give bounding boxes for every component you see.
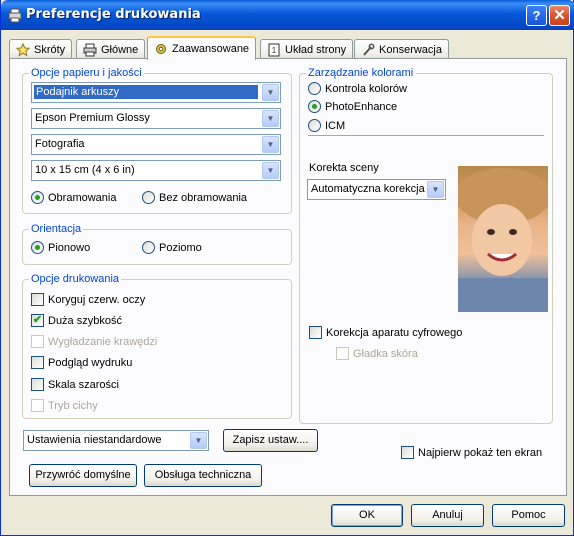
photo-enhance-radio[interactable]: PhotoEnhance (308, 100, 397, 113)
radio-indicator (31, 241, 44, 254)
tab-shortcuts[interactable]: Skróty (9, 39, 73, 59)
orientation-title: Orientacja (29, 223, 84, 235)
check-mark-icon: ✔ (31, 314, 44, 327)
media-type-select[interactable]: Epson Premium Glossy ▼ (31, 108, 281, 129)
radio-indicator (142, 191, 155, 204)
tab-maintenance[interactable]: Konserwacja (354, 39, 449, 59)
gear-icon (156, 44, 166, 54)
tab-page-layout[interactable]: 1 Układ strony (260, 39, 354, 59)
scene-correction-select[interactable]: Automatyczna korekcja ▼ (307, 179, 446, 200)
edge-smoothing-checkbox[interactable]: Wygładzanie krawędzi (31, 335, 157, 348)
printer-icon (83, 43, 97, 56)
landscape-radio[interactable]: Poziomo (142, 241, 202, 254)
printer-app-icon (8, 8, 22, 23)
cancel-button[interactable]: Anuluj (411, 504, 484, 527)
checkbox-box (31, 378, 44, 391)
title-bar: Preferencje drukowania ? ✕ (1, 0, 574, 30)
radio-indicator (142, 241, 155, 254)
help-button[interactable]: Pomoc (492, 504, 565, 527)
checkbox-box (309, 326, 322, 339)
radio-indicator (308, 82, 321, 95)
wrench-icon (363, 43, 375, 56)
star-icon (16, 42, 30, 57)
printing-preferences-window: Preferencje drukowania ? ✕ Skróty Główne… (0, 0, 574, 536)
radio-indicator (308, 100, 321, 113)
quiet-mode-checkbox[interactable]: Tryb cichy (31, 399, 98, 412)
chevron-down-icon: ▼ (190, 432, 207, 449)
page-icon: 1 (268, 43, 280, 56)
checkbox-box (336, 347, 349, 360)
print-preview-checkbox[interactable]: Podgląd wydruku (31, 356, 132, 369)
scene-correction-label: Korekta sceny (309, 162, 379, 174)
chevron-down-icon: ▼ (262, 84, 279, 101)
digital-camera-correction-checkbox[interactable]: Korekcja aparatu cyfrowego (309, 326, 462, 339)
window-title: Preferencje drukowania (26, 7, 201, 22)
checkbox-box (31, 399, 44, 412)
ok-button[interactable]: OK (331, 504, 403, 527)
technical-support-button[interactable]: Obsługa techniczna (144, 464, 262, 487)
svg-text:1: 1 (272, 46, 277, 55)
custom-settings-select[interactable]: Ustawienia niestandardowe ▼ (23, 430, 209, 451)
chevron-down-icon: ▼ (427, 181, 444, 198)
checkbox-box (31, 356, 44, 369)
divider (308, 135, 544, 136)
checkbox-box (31, 335, 44, 348)
color-controls-radio[interactable]: Kontrola kolorów (308, 82, 407, 95)
chevron-down-icon: ▼ (262, 162, 279, 179)
borderless-radio[interactable]: Bez obramowania (142, 191, 247, 204)
help-title-button[interactable]: ? (526, 5, 547, 26)
paper-size-select[interactable]: 10 x 15 cm (4 x 6 in) ▼ (31, 160, 281, 181)
paper-quality-title: Opcje papieru i jakości (29, 67, 144, 79)
red-eye-checkbox[interactable]: Koryguj czerw. oczy (31, 293, 145, 306)
portrait-radio[interactable]: Pionowo (31, 241, 90, 254)
restore-defaults-button[interactable]: Przywróć domyślne (29, 464, 137, 487)
chevron-down-icon: ▼ (262, 110, 279, 127)
show-first-checkbox[interactable]: Najpierw pokaż ten ekran (401, 446, 542, 459)
child-portrait-image (455, 168, 551, 312)
preview-photo (455, 166, 551, 312)
grayscale-checkbox[interactable]: Skala szarości (31, 378, 119, 391)
close-button[interactable]: ✕ (549, 5, 570, 26)
icm-radio[interactable]: ICM (308, 119, 345, 132)
save-settings-button[interactable]: Zapisz ustaw.... (223, 429, 318, 452)
checkbox-box (31, 293, 44, 306)
tab-main[interactable]: Główne (76, 39, 146, 59)
paper-source-select[interactable]: Podajnik arkuszy ▼ (31, 82, 281, 103)
chevron-down-icon: ▼ (262, 136, 279, 153)
quality-select[interactable]: Fotografia ▼ (31, 134, 281, 155)
radio-indicator (31, 191, 44, 204)
tab-advanced[interactable]: Zaawansowane (147, 36, 257, 60)
color-management-title: Zarządzanie kolorami (306, 67, 416, 79)
print-options-title: Opcje drukowania (29, 273, 122, 285)
border-radio[interactable]: Obramowania (31, 191, 116, 204)
smooth-skin-checkbox[interactable]: Gładka skóra (336, 347, 418, 360)
radio-indicator (308, 119, 321, 132)
checkbox-box (401, 446, 414, 459)
high-speed-checkbox[interactable]: ✔ Duża szybkość (31, 314, 122, 327)
